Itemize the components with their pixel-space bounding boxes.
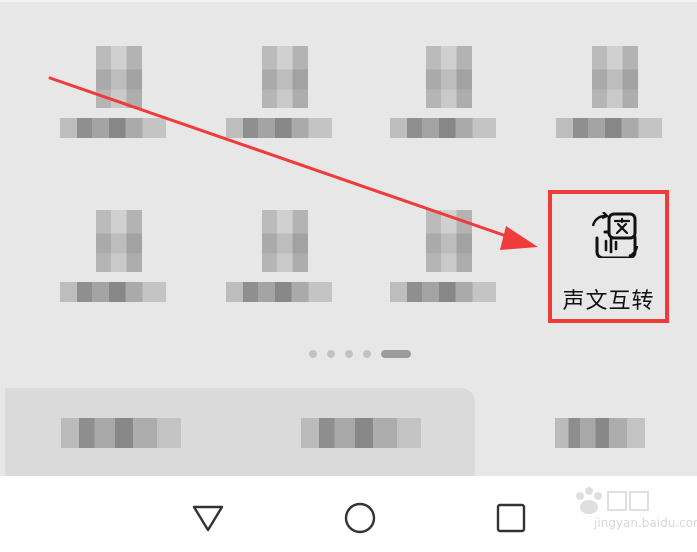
blurred-app-icon[interactable] — [60, 46, 180, 166]
voice-text-convert-app[interactable]: 声文互转 — [548, 190, 669, 323]
paw-logo-icon — [576, 487, 649, 514]
page-dot-active[interactable] — [381, 350, 411, 358]
blurred-app-icon[interactable] — [226, 46, 346, 166]
dock — [5, 388, 697, 476]
blurred-app-icon[interactable] — [226, 210, 346, 330]
blurred-app-icon[interactable] — [556, 46, 676, 166]
dock-item-blurred[interactable] — [555, 418, 645, 448]
app-icon — [262, 46, 308, 108]
app-label: 声文互转 — [562, 289, 655, 314]
watermark-text: jingyan.baidu.com — [594, 516, 697, 530]
app-label-blurred — [390, 282, 496, 302]
app-icon — [96, 210, 142, 272]
blurred-app-icon[interactable] — [390, 46, 510, 166]
app-icon — [96, 46, 142, 108]
dock-item-blurred[interactable] — [301, 418, 421, 448]
app-label-blurred — [226, 118, 332, 138]
top-edge — [0, 0, 697, 2]
app-label-blurred — [226, 282, 332, 302]
page-indicator — [309, 347, 413, 361]
app-icon — [426, 46, 472, 108]
circle-home-icon[interactable] — [342, 500, 378, 536]
home-screen: 声文互转 jingyan.baidu.com — [0, 0, 697, 552]
page-dot[interactable] — [363, 350, 371, 358]
square-recents-icon[interactable] — [494, 500, 530, 536]
app-label-blurred — [390, 118, 496, 138]
triangle-back-icon[interactable] — [190, 500, 226, 536]
watermark: jingyan.baidu.com — [560, 484, 697, 544]
page-dot[interactable] — [327, 350, 335, 358]
app-icon — [426, 210, 472, 272]
blurred-app-icon[interactable] — [60, 210, 180, 330]
app-label-blurred — [556, 118, 662, 138]
app-icon — [262, 210, 308, 272]
app-icon — [592, 46, 638, 108]
voice-text-convert-icon — [591, 212, 639, 258]
app-label-blurred — [60, 282, 166, 302]
dock-item-blurred[interactable] — [61, 418, 181, 448]
blurred-app-icon[interactable] — [390, 210, 510, 330]
page-dot[interactable] — [345, 350, 353, 358]
page-dot[interactable] — [309, 350, 317, 358]
app-label-blurred — [60, 118, 166, 138]
